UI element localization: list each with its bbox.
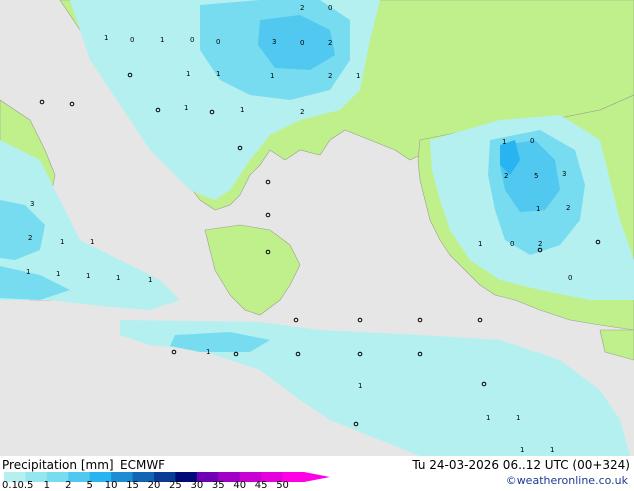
precip-value-label: 1 xyxy=(516,414,520,422)
legend-tick-label: 10 xyxy=(104,480,118,491)
legend-tick-label: 50 xyxy=(276,480,289,491)
precip-value-label: 2 xyxy=(300,108,304,116)
precip-value-label: 1 xyxy=(358,382,362,390)
legend-tick-label: 35 xyxy=(211,480,225,491)
precip-value-label: 2 xyxy=(328,72,332,80)
precip-value-label: 0 xyxy=(568,274,572,282)
precip-value-label: 1 xyxy=(60,238,64,246)
precip-value-label: 0 xyxy=(130,36,134,44)
precip-value-label: 3 xyxy=(30,200,34,208)
precip-value-label: 1 xyxy=(520,446,524,454)
precip-value-label: 0 xyxy=(510,240,514,248)
precip-value-label: 3 xyxy=(272,38,276,46)
precip-value-label: 1 xyxy=(486,414,490,422)
precip-value-label: 1 xyxy=(56,270,60,278)
precip-value-label: 1 xyxy=(90,238,94,246)
precip-value-label: 2 xyxy=(28,234,32,242)
precip-value-label: 1 xyxy=(478,240,482,248)
chart-title: Precipitation [mm] xyxy=(2,458,114,472)
precip-value-label: 2 xyxy=(504,172,508,180)
model-name: ECMWF xyxy=(120,458,166,472)
precip-value-label: 0 xyxy=(216,38,220,46)
legend-arrow xyxy=(304,472,330,482)
precip-value-label: 1 xyxy=(550,446,554,454)
precip-value-label: 1 xyxy=(206,348,210,356)
legend-tick-label: 15 xyxy=(126,480,139,491)
precip-value-label: 2 xyxy=(566,204,570,212)
precip-value-label: 1 xyxy=(104,34,108,42)
precip-value-label: 1 xyxy=(216,70,220,78)
legend-tick-label: 0.5 xyxy=(17,480,34,491)
legend-tick-label: 0.1 xyxy=(2,480,18,491)
precip-value-label: 1 xyxy=(186,70,190,78)
legend-tick-label: 20 xyxy=(147,480,161,491)
credit-link[interactable]: ©weatheronline.co.uk xyxy=(506,474,628,487)
precip-value-label: 2 xyxy=(328,39,332,47)
precip-value-label: 5 xyxy=(534,172,538,180)
precip-value-label: 1 xyxy=(356,72,360,80)
precip-value-label: 0 xyxy=(190,36,194,44)
precip-value-label: 1 xyxy=(184,104,188,112)
legend-tick-label: 40 xyxy=(233,480,247,491)
precip-value-label: 3 xyxy=(562,170,566,178)
precip-value-label: 1 xyxy=(26,268,30,276)
precipitation-map: 1 0 1 0 0 2 0 3 0 2 1 1 1 2 1 1 1 2 0 1 2 5 3 1 2 1 0 2 0 3 2 1 1 1 1 1 1 1 1 1… xyxy=(0,0,634,456)
precip-value-label: 1 xyxy=(86,272,90,280)
precip-value-label: 2 xyxy=(538,240,542,248)
legend-tick-label: 45 xyxy=(254,480,268,491)
precip-value-label: 0 xyxy=(328,4,332,12)
precip-value-label: 1 xyxy=(160,36,164,44)
legend-tick-label: 25 xyxy=(169,480,182,491)
precip-value-label: 1 xyxy=(148,276,152,284)
precip-value-label: 0 xyxy=(300,39,304,47)
legend-tick-label: 5 xyxy=(86,480,93,491)
legend-tick-label: 2 xyxy=(65,480,72,491)
precip-value-label: 1 xyxy=(240,106,244,114)
legend-tick-label: 1 xyxy=(43,480,51,491)
precip-value-label: 1 xyxy=(502,138,506,146)
valid-time: Tu 24-03-2026 06..12 UTC (00+324) xyxy=(412,458,630,472)
precip-value-label: 1 xyxy=(116,274,120,282)
precip-value-label: 2 xyxy=(300,4,304,12)
precip-value-label: 1 xyxy=(536,205,540,213)
precip-value-label: 1 xyxy=(270,72,274,80)
precip-value-label: 0 xyxy=(530,137,534,145)
legend-tick-label: 30 xyxy=(190,480,204,491)
